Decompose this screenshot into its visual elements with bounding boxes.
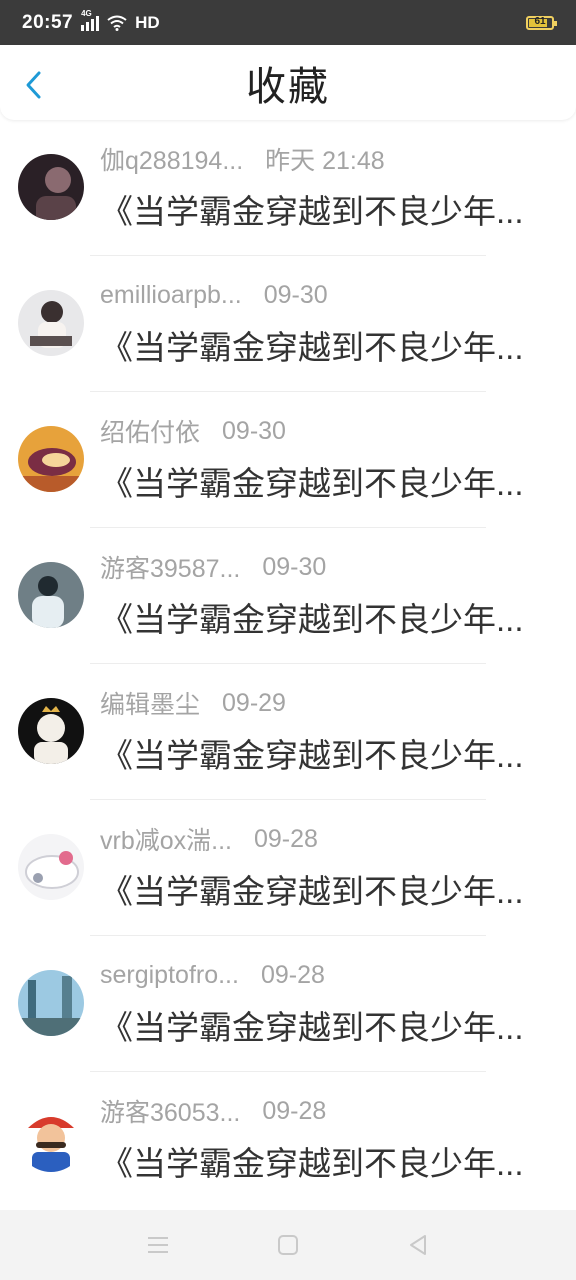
username[interactable]: 绍佑付依 xyxy=(100,413,200,449)
timestamp: 09-30 xyxy=(222,416,286,445)
status-left: 20:57 4G HD xyxy=(22,9,160,34)
hd-indicator: HD xyxy=(135,12,160,32)
item-title[interactable]: 《当学霸金穿越到不良少年... xyxy=(100,736,548,776)
status-time: 20:57 xyxy=(22,11,74,33)
battery-icon: 61 xyxy=(526,15,557,30)
username[interactable]: 游客39587... xyxy=(100,549,240,585)
item-meta: 游客36053... 09-28 xyxy=(100,1094,326,1128)
timestamp: 09-30 xyxy=(262,552,327,581)
username[interactable]: vrb减ox湍... xyxy=(100,821,232,857)
item-title[interactable]: 《当学霸金穿越到不良少年... xyxy=(100,1144,548,1184)
list-item[interactable]: 游客36053... 09-28 《当学霸金穿越到不良少年... xyxy=(0,1072,576,1208)
list-item[interactable]: vrb减ox湍... 09-28 《当学霸金穿越到不良少年... xyxy=(0,800,576,936)
username[interactable]: 伽q288194... xyxy=(100,141,243,177)
item-title[interactable]: 《当学霸金穿越到不良少年... xyxy=(100,600,548,640)
list-item[interactable]: 绍佑付依 09-30 《当学霸金穿越到不良少年... xyxy=(0,392,576,528)
list-item[interactable]: 伽q288194... 昨天 21:48 《当学霸金穿越到不良少年... xyxy=(0,120,576,256)
item-meta: vrb减ox湍... 09-28 xyxy=(100,822,318,856)
avatar[interactable] xyxy=(18,290,84,356)
timestamp: 昨天 21:48 xyxy=(265,147,385,175)
menu-button[interactable] xyxy=(143,1230,173,1260)
avatar[interactable] xyxy=(18,970,84,1036)
home-square-icon xyxy=(278,1235,298,1255)
item-meta: 游客39587... 09-30 xyxy=(100,550,326,584)
battery-level: 61 xyxy=(534,15,546,27)
navigation-bar xyxy=(0,1210,576,1280)
avatar[interactable] xyxy=(18,1106,84,1172)
avatar[interactable] xyxy=(18,698,84,764)
timestamp: 09-30 xyxy=(263,280,328,309)
network-type: 4G xyxy=(81,8,92,18)
item-title[interactable]: 《当学霸金穿越到不良少年... xyxy=(100,1008,548,1048)
header: 收藏 xyxy=(0,45,576,120)
timestamp: 09-28 xyxy=(253,824,318,853)
avatar[interactable] xyxy=(18,154,84,220)
item-meta: 绍佑付依 09-30 xyxy=(100,414,286,448)
list-item[interactable]: sergiptofro... 09-28 《当学霸金穿越到不良少年... xyxy=(0,936,576,1072)
avatar[interactable] xyxy=(18,562,84,628)
item-meta: sergiptofro... 09-28 xyxy=(100,958,325,992)
back-button[interactable] xyxy=(16,65,50,105)
username[interactable]: 游客36053... xyxy=(100,1093,240,1129)
favorites-list: 伽q288194... 昨天 21:48 《当学霸金穿越到不良少年... emi… xyxy=(0,120,576,1208)
item-meta: 编辑墨尘 09-29 xyxy=(100,686,286,720)
page-title: 收藏 xyxy=(246,64,330,109)
wifi-icon xyxy=(107,15,127,31)
item-title[interactable]: 《当学霸金穿越到不良少年... xyxy=(100,192,548,232)
timestamp: 09-29 xyxy=(222,688,286,717)
list-item[interactable]: 编辑墨尘 09-29 《当学霸金穿越到不良少年... xyxy=(0,664,576,800)
username[interactable]: emillioarpb... xyxy=(100,281,242,310)
avatar[interactable] xyxy=(18,834,84,900)
timestamp: 09-28 xyxy=(262,1096,327,1125)
system-back-button[interactable] xyxy=(403,1230,433,1260)
item-title[interactable]: 《当学霸金穿越到不良少年... xyxy=(100,328,548,368)
avatar[interactable] xyxy=(18,426,84,492)
home-button[interactable] xyxy=(273,1230,303,1260)
item-meta: emillioarpb... 09-30 xyxy=(100,278,328,312)
back-triangle-icon xyxy=(410,1235,426,1255)
list-item[interactable]: 游客39587... 09-30 《当学霸金穿越到不良少年... xyxy=(0,528,576,664)
timestamp: 09-28 xyxy=(260,960,325,989)
list-item[interactable]: emillioarpb... 09-30 《当学霸金穿越到不良少年... xyxy=(0,256,576,392)
status-bar: 20:57 4G HD 61 xyxy=(0,0,576,45)
item-title[interactable]: 《当学霸金穿越到不良少年... xyxy=(100,872,548,912)
username[interactable]: sergiptofro... xyxy=(100,961,239,990)
cell-signal-icon: 4G xyxy=(81,9,100,31)
item-title[interactable]: 《当学霸金穿越到不良少年... xyxy=(100,464,548,504)
menu-icon xyxy=(148,1237,168,1253)
back-chevron-icon xyxy=(26,71,41,99)
username[interactable]: 编辑墨尘 xyxy=(100,685,200,721)
item-meta: 伽q288194... 昨天 21:48 xyxy=(100,142,385,176)
